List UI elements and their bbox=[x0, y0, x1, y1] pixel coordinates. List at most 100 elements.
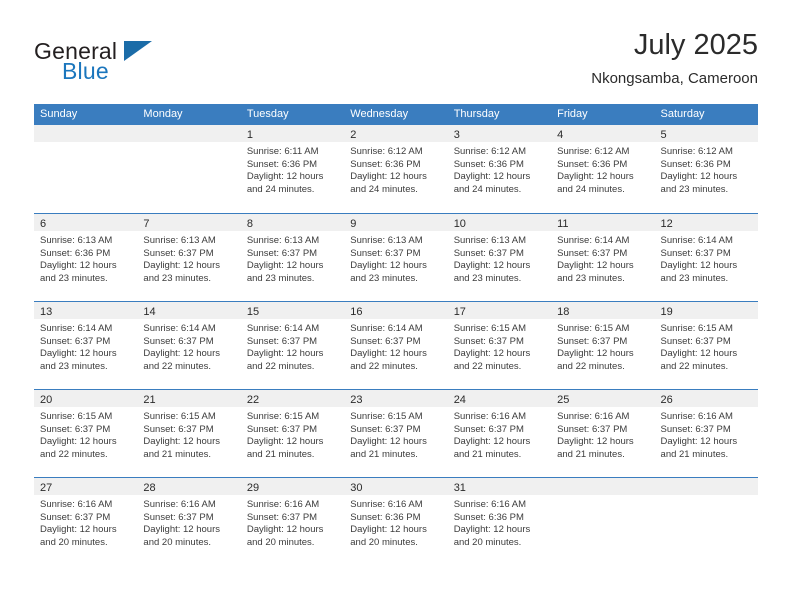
day-number: 9 bbox=[350, 218, 357, 230]
day-sun-info: Sunrise: 6:15 AM Sunset: 6:37 PM Daylight:… bbox=[551, 319, 654, 373]
day-sun-info: Sunrise: 6:12 AM Sunset: 6:36 PM Daylight:… bbox=[655, 142, 758, 196]
calendar-week-row: 13 Sunrise: 6:14 AM Sunset: 6:37 PM Dayligh… bbox=[34, 301, 758, 389]
sunset-text: Sunset: 6:37 PM bbox=[246, 335, 318, 347]
sunrise-text: Sunrise: 6:13 AM bbox=[40, 235, 113, 246]
daylight-text-line2: and 20 minutes. bbox=[40, 536, 108, 548]
sunrise-text: Sunrise: 6:14 AM bbox=[143, 323, 216, 334]
day-number-band: 24 bbox=[447, 390, 552, 407]
calendar-day-cell[interactable]: 16 Sunrise: 6:14 AM Sunset: 6:37 PM Dayligh… bbox=[344, 302, 448, 389]
calendar-day-cell[interactable]: 24 Sunrise: 6:16 AM Sunset: 6:37 PM Dayligh… bbox=[447, 390, 552, 477]
calendar-day-cell[interactable]: 7 Sunrise: 6:13 AM Sunset: 6:37 PM Daylight… bbox=[137, 214, 241, 301]
sunrise-text: Sunrise: 6:14 AM bbox=[246, 323, 320, 334]
sunset-text: Sunset: 6:37 PM bbox=[246, 511, 318, 523]
sunset-text: Sunset: 6:37 PM bbox=[660, 335, 731, 347]
calendar-day-cell[interactable]: 30 Sunrise: 6:16 AM Sunset: 6:36 PM Dayligh… bbox=[344, 478, 448, 565]
day-sun-info: Sunrise: 6:16 AM Sunset: 6:37 PM Daylight:… bbox=[655, 407, 758, 461]
day-number: 23 bbox=[350, 394, 363, 406]
daylight-text-line1: Daylight: 12 hours bbox=[660, 348, 738, 360]
calendar-day-cell[interactable]: 10 Sunrise: 6:13 AM Sunset: 6:37 PM Dayligh… bbox=[447, 214, 552, 301]
sunset-text: Sunset: 6:37 PM bbox=[40, 335, 111, 347]
calendar-day-cell[interactable]: 26 Sunrise: 6:16 AM Sunset: 6:37 PM Dayligh… bbox=[654, 390, 758, 477]
daylight-text-line2: and 22 minutes. bbox=[453, 360, 522, 372]
calendar-day-cell[interactable]: 28 Sunrise: 6:16 AM Sunset: 6:37 PM Dayligh… bbox=[137, 478, 241, 565]
general-blue-logo[interactable]: General Blue bbox=[34, 38, 164, 86]
sunset-text: Sunset: 6:37 PM bbox=[350, 423, 421, 435]
sunset-text: Sunset: 6:37 PM bbox=[143, 511, 214, 523]
day-sun-info: Sunrise: 6:13 AM Sunset: 6:37 PM Daylight:… bbox=[344, 231, 447, 285]
daylight-text-line2: and 23 minutes. bbox=[660, 272, 729, 284]
calendar-day-cell[interactable]: 8 Sunrise: 6:13 AM Sunset: 6:37 PM Daylight… bbox=[240, 214, 345, 301]
daylight-text-line1: Daylight: 12 hours bbox=[143, 436, 220, 448]
page-title: July 2025 bbox=[633, 29, 758, 61]
sunrise-text: Sunrise: 6:16 AM bbox=[557, 411, 630, 422]
sunrise-text: Sunrise: 6:16 AM bbox=[453, 499, 527, 510]
day-sun-info: Sunrise: 6:12 AM Sunset: 6:36 PM Daylight:… bbox=[344, 142, 447, 196]
sunrise-text: Sunrise: 6:14 AM bbox=[557, 235, 630, 246]
page-header: General Blue July 2025 Nkongsamba, Camer… bbox=[34, 28, 758, 94]
sunrise-text: Sunrise: 6:11 AM bbox=[246, 146, 319, 157]
day-sun-info: Sunrise: 6:16 AM Sunset: 6:37 PM Daylight:… bbox=[448, 407, 551, 461]
sunset-text: Sunset: 6:37 PM bbox=[40, 423, 111, 435]
daylight-text-line1: Daylight: 12 hours bbox=[453, 524, 531, 536]
weekday-wednesday: Wednesday bbox=[350, 108, 409, 120]
calendar-day-cell[interactable]: 25 Sunrise: 6:16 AM Sunset: 6:37 PM Dayligh… bbox=[551, 390, 655, 477]
day-number: 20 bbox=[40, 394, 53, 406]
day-number-band: 12 bbox=[654, 214, 758, 231]
calendar-day-cell[interactable]: 20 Sunrise: 6:15 AM Sunset: 6:37 PM Dayligh… bbox=[34, 390, 138, 477]
sunrise-text: Sunrise: 6:12 AM bbox=[660, 146, 733, 157]
calendar-day-cell[interactable]: 2 Sunrise: 6:12 AM Sunset: 6:36 PM Daylight… bbox=[344, 125, 448, 213]
sunset-text: Sunset: 6:36 PM bbox=[453, 158, 524, 170]
calendar-day-cell[interactable]: 19 Sunrise: 6:15 AM Sunset: 6:37 PM Dayligh… bbox=[654, 302, 758, 389]
calendar-day-cell[interactable]: 4 Sunrise: 6:12 AM Sunset: 6:36 PM Daylight… bbox=[551, 125, 655, 213]
day-number: 6 bbox=[40, 218, 47, 230]
day-sun-info: Sunrise: 6:15 AM Sunset: 6:37 PM Daylight:… bbox=[137, 407, 240, 461]
day-number-band: 15 bbox=[240, 302, 345, 319]
day-number: 1 bbox=[246, 129, 253, 141]
calendar-day-cell[interactable]: 3 Sunrise: 6:12 AM Sunset: 6:36 PM Daylight… bbox=[447, 125, 552, 213]
calendar-day-cell[interactable]: 22 Sunrise: 6:15 AM Sunset: 6:37 PM Dayligh… bbox=[240, 390, 345, 477]
daylight-text-line1: Daylight: 12 hours bbox=[246, 524, 324, 536]
calendar-day-cell[interactable]: 11 Sunrise: 6:14 AM Sunset: 6:37 PM Dayligh… bbox=[551, 214, 655, 301]
sunrise-text: Sunrise: 6:14 AM bbox=[350, 323, 423, 334]
calendar-day-cell[interactable]: 23 Sunrise: 6:15 AM Sunset: 6:37 PM Dayligh… bbox=[344, 390, 448, 477]
calendar-day-cell[interactable]: 29 Sunrise: 6:16 AM Sunset: 6:37 PM Dayligh… bbox=[240, 478, 345, 565]
calendar-day-cell[interactable]: 9 Sunrise: 6:13 AM Sunset: 6:37 PM Daylight… bbox=[344, 214, 448, 301]
calendar-day-cell[interactable]: 6 Sunrise: 6:13 AM Sunset: 6:36 PM Daylight… bbox=[34, 214, 138, 301]
daylight-text-line1: Daylight: 12 hours bbox=[453, 171, 531, 183]
day-number-band: 9 bbox=[344, 214, 448, 231]
day-number: 12 bbox=[660, 218, 673, 230]
day-number-band: 3 bbox=[447, 125, 552, 142]
day-sun-info: Sunrise: 6:16 AM Sunset: 6:37 PM Daylight:… bbox=[137, 495, 240, 549]
daylight-text-line2: and 24 minutes. bbox=[453, 183, 522, 195]
daylight-text-line1: Daylight: 12 hours bbox=[350, 171, 427, 183]
daylight-text-line1: Daylight: 12 hours bbox=[350, 260, 427, 272]
calendar-day-cell[interactable]: 21 Sunrise: 6:15 AM Sunset: 6:37 PM Dayligh… bbox=[137, 390, 241, 477]
calendar-week-row: 20 Sunrise: 6:15 AM Sunset: 6:37 PM Dayligh… bbox=[34, 389, 758, 477]
day-sun-info: Sunrise: 6:14 AM Sunset: 6:37 PM Daylight:… bbox=[655, 231, 758, 285]
calendar-day-cell[interactable]: 18 Sunrise: 6:15 AM Sunset: 6:37 PM Dayligh… bbox=[551, 302, 655, 389]
day-sun-info: Sunrise: 6:14 AM Sunset: 6:37 PM Daylight:… bbox=[137, 319, 240, 373]
calendar-day-cell[interactable]: 15 Sunrise: 6:14 AM Sunset: 6:37 PM Dayligh… bbox=[240, 302, 345, 389]
sunset-text: Sunset: 6:37 PM bbox=[557, 423, 628, 435]
calendar-day-cell[interactable]: 1 Sunrise: 6:11 AM Sunset: 6:36 PM Daylight… bbox=[240, 125, 345, 213]
calendar-day-cell[interactable]: 27 Sunrise: 6:16 AM Sunset: 6:37 PM Dayligh… bbox=[34, 478, 138, 565]
sunrise-text: Sunrise: 6:15 AM bbox=[660, 323, 733, 334]
calendar-day-cell[interactable]: 12 Sunrise: 6:14 AM Sunset: 6:37 PM Dayligh… bbox=[654, 214, 758, 301]
daylight-text-line2: and 23 minutes. bbox=[660, 183, 729, 195]
calendar-day-cell[interactable]: 13 Sunrise: 6:14 AM Sunset: 6:37 PM Dayligh… bbox=[34, 302, 138, 389]
day-number-band bbox=[551, 478, 655, 495]
sunrise-text: Sunrise: 6:16 AM bbox=[246, 499, 320, 510]
day-number: 10 bbox=[453, 218, 466, 230]
sunset-text: Sunset: 6:37 PM bbox=[350, 247, 421, 259]
day-number: 17 bbox=[453, 306, 466, 318]
sunrise-text: Sunrise: 6:15 AM bbox=[557, 323, 630, 334]
daylight-text-line2: and 23 minutes. bbox=[350, 272, 418, 284]
calendar-day-cell[interactable]: 31 Sunrise: 6:16 AM Sunset: 6:36 PM Dayligh… bbox=[447, 478, 552, 565]
sunset-text: Sunset: 6:37 PM bbox=[246, 247, 318, 259]
daylight-text-line1: Daylight: 12 hours bbox=[246, 260, 324, 272]
calendar-day-cell[interactable]: 17 Sunrise: 6:15 AM Sunset: 6:37 PM Dayligh… bbox=[447, 302, 552, 389]
sunset-text: Sunset: 6:37 PM bbox=[453, 423, 524, 435]
calendar-day-cell[interactable]: 5 Sunrise: 6:12 AM Sunset: 6:36 PM Daylight… bbox=[654, 125, 758, 213]
day-number-band: 17 bbox=[447, 302, 552, 319]
calendar-day-cell[interactable]: 14 Sunrise: 6:14 AM Sunset: 6:37 PM Dayligh… bbox=[137, 302, 241, 389]
